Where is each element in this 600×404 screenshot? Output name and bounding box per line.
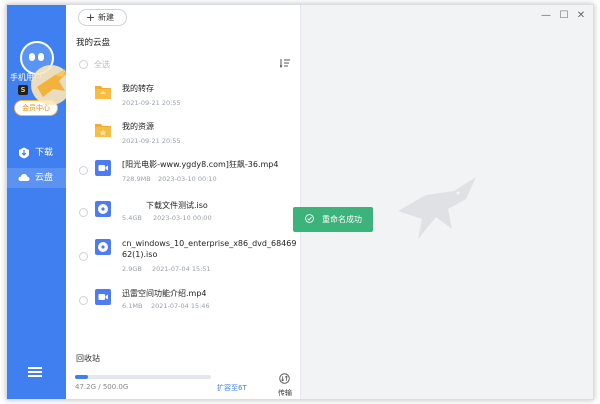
video-file-icon — [95, 160, 111, 176]
file-date: 2021-07-04 15:51 — [152, 265, 211, 273]
expand-storage-link[interactable]: 扩容至6T — [217, 383, 247, 393]
file-row[interactable]: 我的资源 2021-09-21 20:55 — [66, 113, 300, 157]
new-button-label: 新建 — [98, 13, 114, 22]
file-size: 6.1MB — [122, 302, 143, 310]
avatar-eye-left — [29, 53, 35, 61]
folder-icon — [95, 124, 111, 137]
file-date: 2023-03-10 00:00 — [153, 214, 212, 222]
file-date: 2021-09-21 20:55 — [122, 137, 181, 145]
row-checkbox[interactable] — [79, 252, 88, 261]
file-row[interactable]: cn_windows_10_enterprise_x86_dvd_68469 6… — [66, 235, 300, 281]
check-circle-icon — [305, 214, 314, 223]
storage-usage-text: 47.2G / 500.0G — [75, 383, 129, 391]
file-date: 2023-03-10 00:10 — [158, 175, 217, 183]
file-size: 2.9GB — [122, 265, 142, 273]
transfer-button[interactable]: 传输 — [274, 370, 296, 398]
row-checkbox[interactable] — [79, 296, 88, 305]
success-toast: 重命名成功 — [293, 207, 373, 232]
file-date: 2021-09-21 20:55 — [122, 99, 181, 107]
sidebar-item-label: 下载 — [35, 148, 54, 158]
transfer-icon — [279, 373, 290, 384]
file-row[interactable]: 迅雷空间功能介绍.mp4 6.1MB 2021-07-04 15:46 — [66, 282, 300, 326]
avatar-eye-right — [38, 53, 44, 61]
preview-area: — ☐ ✕ — [301, 5, 593, 399]
disc-image-icon — [95, 239, 111, 255]
file-date: 2021-07-04 15:46 — [151, 302, 210, 310]
thunder-bird-watermark-icon — [398, 177, 476, 239]
row-checkbox[interactable] — [79, 208, 88, 217]
transfer-label: 传输 — [278, 389, 292, 397]
close-icon[interactable]: ✕ — [574, 9, 588, 23]
select-all-checkbox[interactable] — [79, 60, 88, 69]
sidebar-item-label: 云盘 — [35, 173, 54, 183]
plus-icon: + — [86, 11, 96, 24]
select-all-label[interactable]: 全选 — [94, 59, 110, 70]
sidebar-item-cloud[interactable]: 云盘 — [7, 168, 66, 188]
sort-icon[interactable] — [280, 59, 290, 68]
new-button[interactable]: + 新建 — [78, 9, 127, 26]
file-name[interactable]: 下载文件测试.iso — [146, 200, 208, 211]
file-size: 5.4GB — [122, 214, 142, 222]
maximize-icon[interactable]: ☐ — [557, 9, 571, 23]
video-file-icon — [95, 289, 111, 305]
folder-icon — [95, 86, 111, 99]
file-panel: + 新建 我的云盘 全选 我的转存 2021-09-21 20:55 我的资源 … — [66, 5, 301, 399]
minimize-icon[interactable]: — — [539, 9, 553, 23]
toast-message: 重命名成功 — [322, 215, 362, 224]
storage-progress-fill — [75, 375, 88, 379]
file-name: [阳光电影-www.ygdy8.com]狂飙-36.mp4 — [122, 160, 279, 169]
file-name: 我的转存 — [122, 84, 154, 93]
level-badge: S — [18, 85, 28, 95]
menu-icon[interactable] — [28, 367, 42, 377]
app-window: 手机用户 S 会员中心 下载 云盘 + 新建 我的云盘 全选 我的转存 2021… — [6, 4, 594, 400]
sidebar: 手机用户 S 会员中心 下载 云盘 — [7, 5, 71, 399]
file-row[interactable]: [阳光电影-www.ygdy8.com]狂飙-36.mp4 728.9MB 20… — [66, 152, 300, 196]
disc-image-icon — [95, 201, 111, 217]
file-name-line-1: cn_windows_10_enterprise_x86_dvd_68469 — [122, 239, 297, 248]
sidebar-item-download[interactable]: 下载 — [7, 143, 66, 163]
file-name: 迅雷空间功能介绍.mp4 — [122, 289, 207, 298]
recycle-bin-link[interactable]: 回收站 — [76, 353, 100, 364]
download-shield-icon — [19, 147, 29, 159]
file-size: 728.9MB — [122, 175, 151, 183]
row-checkbox[interactable] — [79, 166, 88, 175]
file-name-line-2: 62(1).iso — [122, 250, 158, 259]
storage-progress-bar — [75, 375, 211, 379]
file-name: 我的资源 — [122, 122, 154, 131]
file-row[interactable]: 下载文件测试.iso 5.4GB 2023-03-10 00:00 — [66, 192, 300, 236]
panel-title: 我的云盘 — [76, 38, 111, 48]
cloud-icon — [18, 174, 30, 181]
